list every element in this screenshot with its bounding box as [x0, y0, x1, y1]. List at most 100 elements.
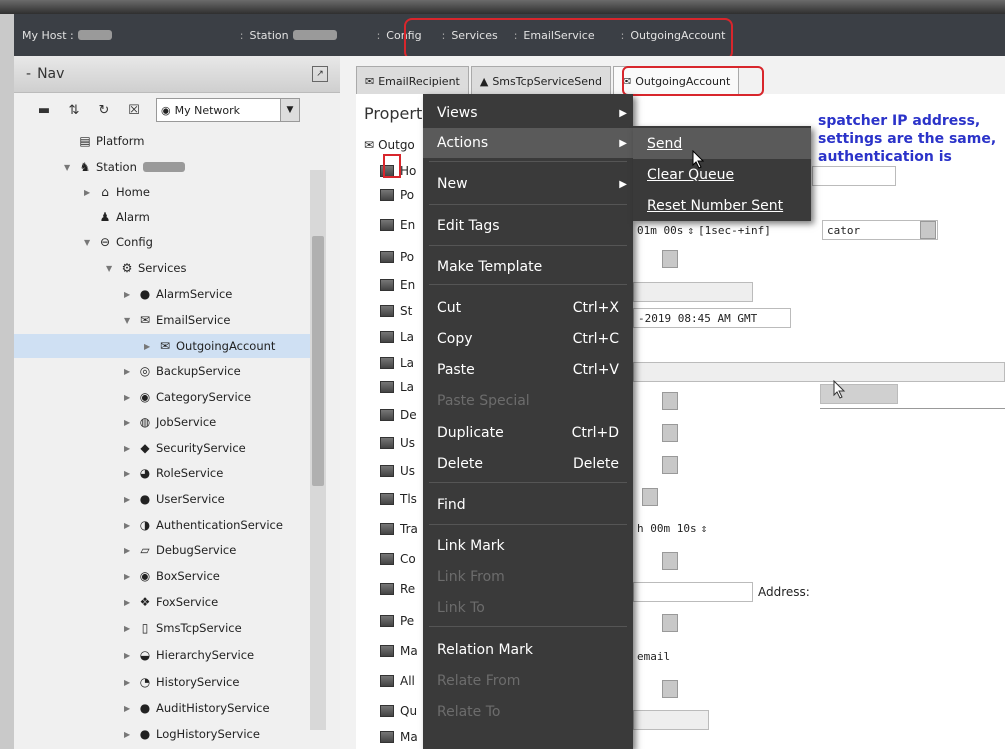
- expanded-arrow-icon[interactable]: ▼: [106, 264, 116, 273]
- collapsed-arrow-icon[interactable]: ▶: [124, 651, 134, 660]
- tree-item-jobservice[interactable]: ▶ ◍ JobService: [14, 410, 216, 434]
- collapsed-arrow-icon[interactable]: ▶: [144, 342, 154, 351]
- collapsed-arrow-icon[interactable]: ▶: [124, 624, 134, 633]
- tree-item-userservice[interactable]: ▶ ● UserService: [14, 487, 225, 511]
- chevron-down-icon[interactable]: [662, 552, 678, 570]
- chevron-down-icon[interactable]: [662, 424, 678, 442]
- expanded-arrow-icon[interactable]: ▼: [64, 163, 74, 172]
- tree-item-services[interactable]: ▼ ⚙ Services: [14, 256, 187, 280]
- property-row[interactable]: Re: [380, 578, 415, 600]
- property-row[interactable]: Qu: [380, 700, 417, 722]
- collapsed-arrow-icon[interactable]: ▶: [124, 495, 134, 504]
- property-row[interactable]: Us: [380, 432, 415, 454]
- property-row[interactable]: En: [380, 214, 415, 236]
- menu-item-cut[interactable]: Cut Ctrl+X: [423, 293, 633, 323]
- collapsed-arrow-icon[interactable]: ▶: [124, 730, 134, 739]
- menu-item-new[interactable]: New ▶: [423, 169, 633, 199]
- timer2-field[interactable]: h 00m 10s ⇕: [633, 518, 753, 538]
- property-row[interactable]: Po: [380, 246, 414, 268]
- tree-item-alarm[interactable]: ♟ Alarm: [14, 205, 150, 229]
- chevron-down-icon[interactable]: [662, 250, 678, 268]
- property-row[interactable]: St: [380, 300, 412, 322]
- collapsed-arrow-icon[interactable]: ▶: [124, 367, 134, 376]
- collapsed-arrow-icon[interactable]: ▶: [124, 393, 134, 402]
- spinner-icon[interactable]: ⇕: [687, 224, 694, 237]
- menu-item-relation-mark[interactable]: Relation Mark: [423, 635, 633, 665]
- tree-item-emailservice[interactable]: ▼ ✉ EmailService: [14, 308, 230, 332]
- property-row[interactable]: Tls: [380, 488, 417, 510]
- property-row[interactable]: Ma: [380, 726, 418, 748]
- collapsed-arrow-icon[interactable]: ▶: [124, 572, 134, 581]
- refresh-icon[interactable]: ↻: [96, 102, 112, 118]
- chevron-down-icon[interactable]: [662, 614, 678, 632]
- menu-item-copy[interactable]: Copy Ctrl+C: [423, 324, 633, 354]
- tab-smstcpservicesend[interactable]: ▲ SmsTcpServiceSend: [470, 66, 611, 95]
- chevron-down-icon[interactable]: [662, 392, 678, 410]
- tree-item-audithistoryservice[interactable]: ▶ ● AuditHistoryService: [14, 696, 270, 720]
- menu-item-paste[interactable]: Paste Ctrl+V: [423, 355, 633, 385]
- menu-item-edit-tags[interactable]: Edit Tags: [423, 211, 633, 241]
- collapsed-arrow-icon[interactable]: ▶: [84, 188, 94, 197]
- tree-item-smstcpservice[interactable]: ▶ ▯ SmsTcpService: [14, 616, 242, 640]
- menu-item-find[interactable]: Find: [423, 490, 633, 520]
- tree-item-home[interactable]: ▶ ⌂ Home: [14, 180, 150, 204]
- breadcrumb-host[interactable]: My Host :: [14, 29, 120, 42]
- property-row[interactable]: Us: [380, 460, 415, 482]
- network-select[interactable]: ◉ My Network ▼: [156, 98, 300, 122]
- tree-item-foxservice[interactable]: ▶ ❖ FoxService: [14, 590, 218, 614]
- tab-emailrecipient[interactable]: ✉ EmailRecipient: [356, 66, 469, 95]
- property-row[interactable]: Tra: [380, 518, 418, 540]
- collapsed-arrow-icon[interactable]: ▶: [124, 546, 134, 555]
- sync-arrows-icon[interactable]: ⇅: [66, 102, 82, 118]
- nav-collapse-icon[interactable]: -: [26, 66, 31, 82]
- breadcrumb-station[interactable]: : Station: [232, 29, 345, 42]
- menu-item-delete[interactable]: Delete Delete: [423, 449, 633, 479]
- tree-item-boxservice[interactable]: ▶ ◉ BoxService: [14, 564, 220, 588]
- tree-item-platform[interactable]: ▤ Platform: [14, 129, 144, 153]
- collapsed-arrow-icon[interactable]: ▶: [124, 418, 134, 427]
- spinner-icon[interactable]: ⇕: [701, 522, 708, 535]
- collapsed-arrow-icon[interactable]: ▶: [124, 704, 134, 713]
- property-row[interactable]: La: [380, 352, 414, 374]
- property-row[interactable]: La: [380, 376, 414, 398]
- tree-item-config[interactable]: ▼ ⊖ Config: [14, 230, 153, 254]
- email-field[interactable]: email: [633, 646, 1005, 666]
- tree-item-roleservice[interactable]: ▶ ◕ RoleService: [14, 461, 223, 485]
- tree-item-station[interactable]: ▼ ♞ Station: [14, 155, 185, 179]
- submenu-item-reset-number-sent[interactable]: Reset Number Sent: [633, 190, 811, 221]
- tree-item-alarmservice[interactable]: ▶ ● AlarmService: [14, 282, 232, 306]
- property-row[interactable]: All: [380, 670, 415, 692]
- tree-item-authenticationservice[interactable]: ▶ ◑ AuthenticationService: [14, 513, 283, 537]
- collapsed-arrow-icon[interactable]: ▶: [124, 598, 134, 607]
- expand-icon[interactable]: ↗: [312, 66, 328, 82]
- menu-item-duplicate[interactable]: Duplicate Ctrl+D: [423, 418, 633, 448]
- chevron-down-icon[interactable]: [662, 680, 678, 698]
- folder-icon[interactable]: ▬: [36, 102, 52, 118]
- collapsed-arrow-icon[interactable]: ▶: [124, 444, 134, 453]
- property-row[interactable]: De: [380, 404, 417, 426]
- tree-item-outgoingaccount[interactable]: ▶ ✉ OutgoingAccount: [14, 334, 310, 358]
- tree-item-historyservice[interactable]: ▶ ◔ HistoryService: [14, 670, 239, 694]
- timer-field[interactable]: 01m 00s ⇕ [1sec-+inf]: [633, 220, 793, 240]
- menu-item-link-mark[interactable]: Link Mark: [423, 531, 633, 561]
- submenu-item-clear-queue[interactable]: Clear Queue: [633, 159, 811, 190]
- collapsed-arrow-icon[interactable]: ▶: [124, 290, 134, 299]
- collapsed-arrow-icon[interactable]: ▶: [124, 521, 134, 530]
- nav-scroll-thumb[interactable]: [312, 236, 324, 486]
- tree-item-hierarchyservice[interactable]: ▶ ◒ HierarchyService: [14, 643, 254, 667]
- tree-item-loghistoryservice[interactable]: ▶ ● LogHistoryService: [14, 722, 260, 746]
- property-row[interactable]: Co: [380, 548, 416, 570]
- host-value-field[interactable]: [812, 166, 896, 186]
- property-row[interactable]: Po: [380, 184, 414, 206]
- tree-item-debugservice[interactable]: ▶ ▱ DebugService: [14, 538, 236, 562]
- property-row[interactable]: En: [380, 274, 415, 296]
- property-row[interactable]: Pe: [380, 610, 414, 632]
- menu-item-make-template[interactable]: Make Template: [423, 252, 633, 282]
- menu-item-views[interactable]: Views ▶: [423, 98, 633, 128]
- collapsed-arrow-icon[interactable]: ▶: [124, 678, 134, 687]
- tree-item-backupservice[interactable]: ▶ ◎ BackupService: [14, 359, 241, 383]
- chevron-down-icon[interactable]: [662, 456, 678, 474]
- tree-item-securityservice[interactable]: ▶ ◆ SecurityService: [14, 436, 246, 460]
- close-icon[interactable]: ☒: [126, 102, 142, 118]
- expanded-arrow-icon[interactable]: ▼: [124, 316, 134, 325]
